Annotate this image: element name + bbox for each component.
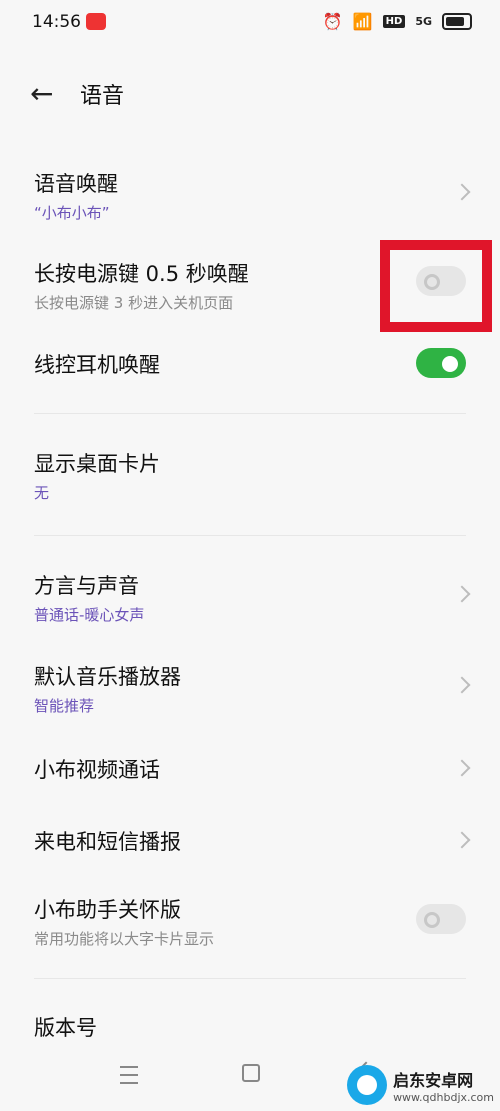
back-arrow-icon[interactable]: ←	[30, 80, 53, 108]
battery-icon	[442, 13, 472, 30]
setting-label: 方言与声音	[34, 574, 139, 598]
highlight-box	[380, 240, 492, 332]
setting-sub: 无	[34, 484, 50, 502]
setting-sub: 长按电源键 3 秒进入关机页面	[34, 294, 234, 312]
setting-label: 默认音乐播放器	[34, 665, 181, 689]
setting-care-mode[interactable]: 小布助手关怀版 常用功能将以大字卡片显示	[0, 888, 500, 958]
wifi-icon: 📶	[352, 12, 373, 31]
setting-label: 语音唤醒	[34, 172, 118, 196]
divider	[34, 978, 466, 979]
setting-label: 显示桌面卡片	[34, 452, 160, 476]
chevron-right-icon	[453, 183, 471, 201]
alarm-icon: ⏰	[322, 12, 343, 31]
setting-call-sms-broadcast[interactable]: 来电和短信播报	[0, 820, 500, 860]
setting-label: 长按电源键 0.5 秒唤醒	[34, 262, 249, 286]
setting-sub: 常用功能将以大字卡片显示	[34, 930, 215, 948]
setting-video-call[interactable]: 小布视频通话	[0, 748, 500, 788]
status-icons: ⏰ 📶 HD 5G	[323, 12, 472, 31]
hd-icon: HD	[382, 15, 406, 28]
setting-label: 线控耳机唤醒	[34, 353, 160, 377]
setting-voice-wakeup[interactable]: 语音唤醒 “小布小布”	[0, 160, 500, 230]
watermark-title: 启东安卓网	[393, 1070, 474, 1090]
status-bar: 14:56 ⏰ 📶 HD 5G	[0, 0, 500, 44]
divider	[34, 413, 466, 414]
setting-headset-wakeup[interactable]: 线控耳机唤醒	[0, 345, 500, 385]
page-header: ← 语音	[0, 70, 500, 120]
app-notification-icon	[86, 13, 106, 30]
setting-label: 小布助手关怀版	[34, 898, 181, 922]
watermark: 启东安卓网 www.qdhbdjx.com	[347, 1065, 494, 1105]
chevron-right-icon	[453, 585, 471, 603]
menu-icon[interactable]	[120, 1066, 138, 1084]
home-icon[interactable]	[242, 1064, 260, 1082]
setting-sub: 普通话-暖心女声	[34, 606, 145, 624]
setting-label: 小布视频通话	[34, 758, 160, 782]
watermark-logo-icon	[347, 1065, 388, 1105]
setting-desktop-card[interactable]: 显示桌面卡片 无	[0, 440, 500, 510]
setting-dialect-voice[interactable]: 方言与声音 普通话-暖心女声	[0, 562, 500, 632]
signal-label: 5G	[415, 15, 432, 28]
watermark-url: www.qdhbdjx.com	[393, 1090, 494, 1104]
chevron-right-icon	[453, 676, 471, 694]
setting-label: 版本号	[34, 1016, 97, 1040]
setting-version: 版本号	[0, 1008, 500, 1048]
chevron-right-icon	[453, 759, 471, 777]
chevron-right-icon	[453, 831, 471, 849]
headset-toggle[interactable]	[416, 348, 466, 378]
care-mode-toggle[interactable]	[416, 904, 466, 934]
setting-sub: 智能推荐	[34, 697, 95, 715]
divider	[34, 535, 466, 536]
setting-label: 来电和短信播报	[34, 830, 181, 854]
setting-sub: “小布小布”	[34, 204, 110, 222]
setting-music-player[interactable]: 默认音乐播放器 智能推荐	[0, 653, 500, 723]
status-time: 14:56	[32, 12, 81, 32]
page-title: 语音	[80, 84, 125, 109]
